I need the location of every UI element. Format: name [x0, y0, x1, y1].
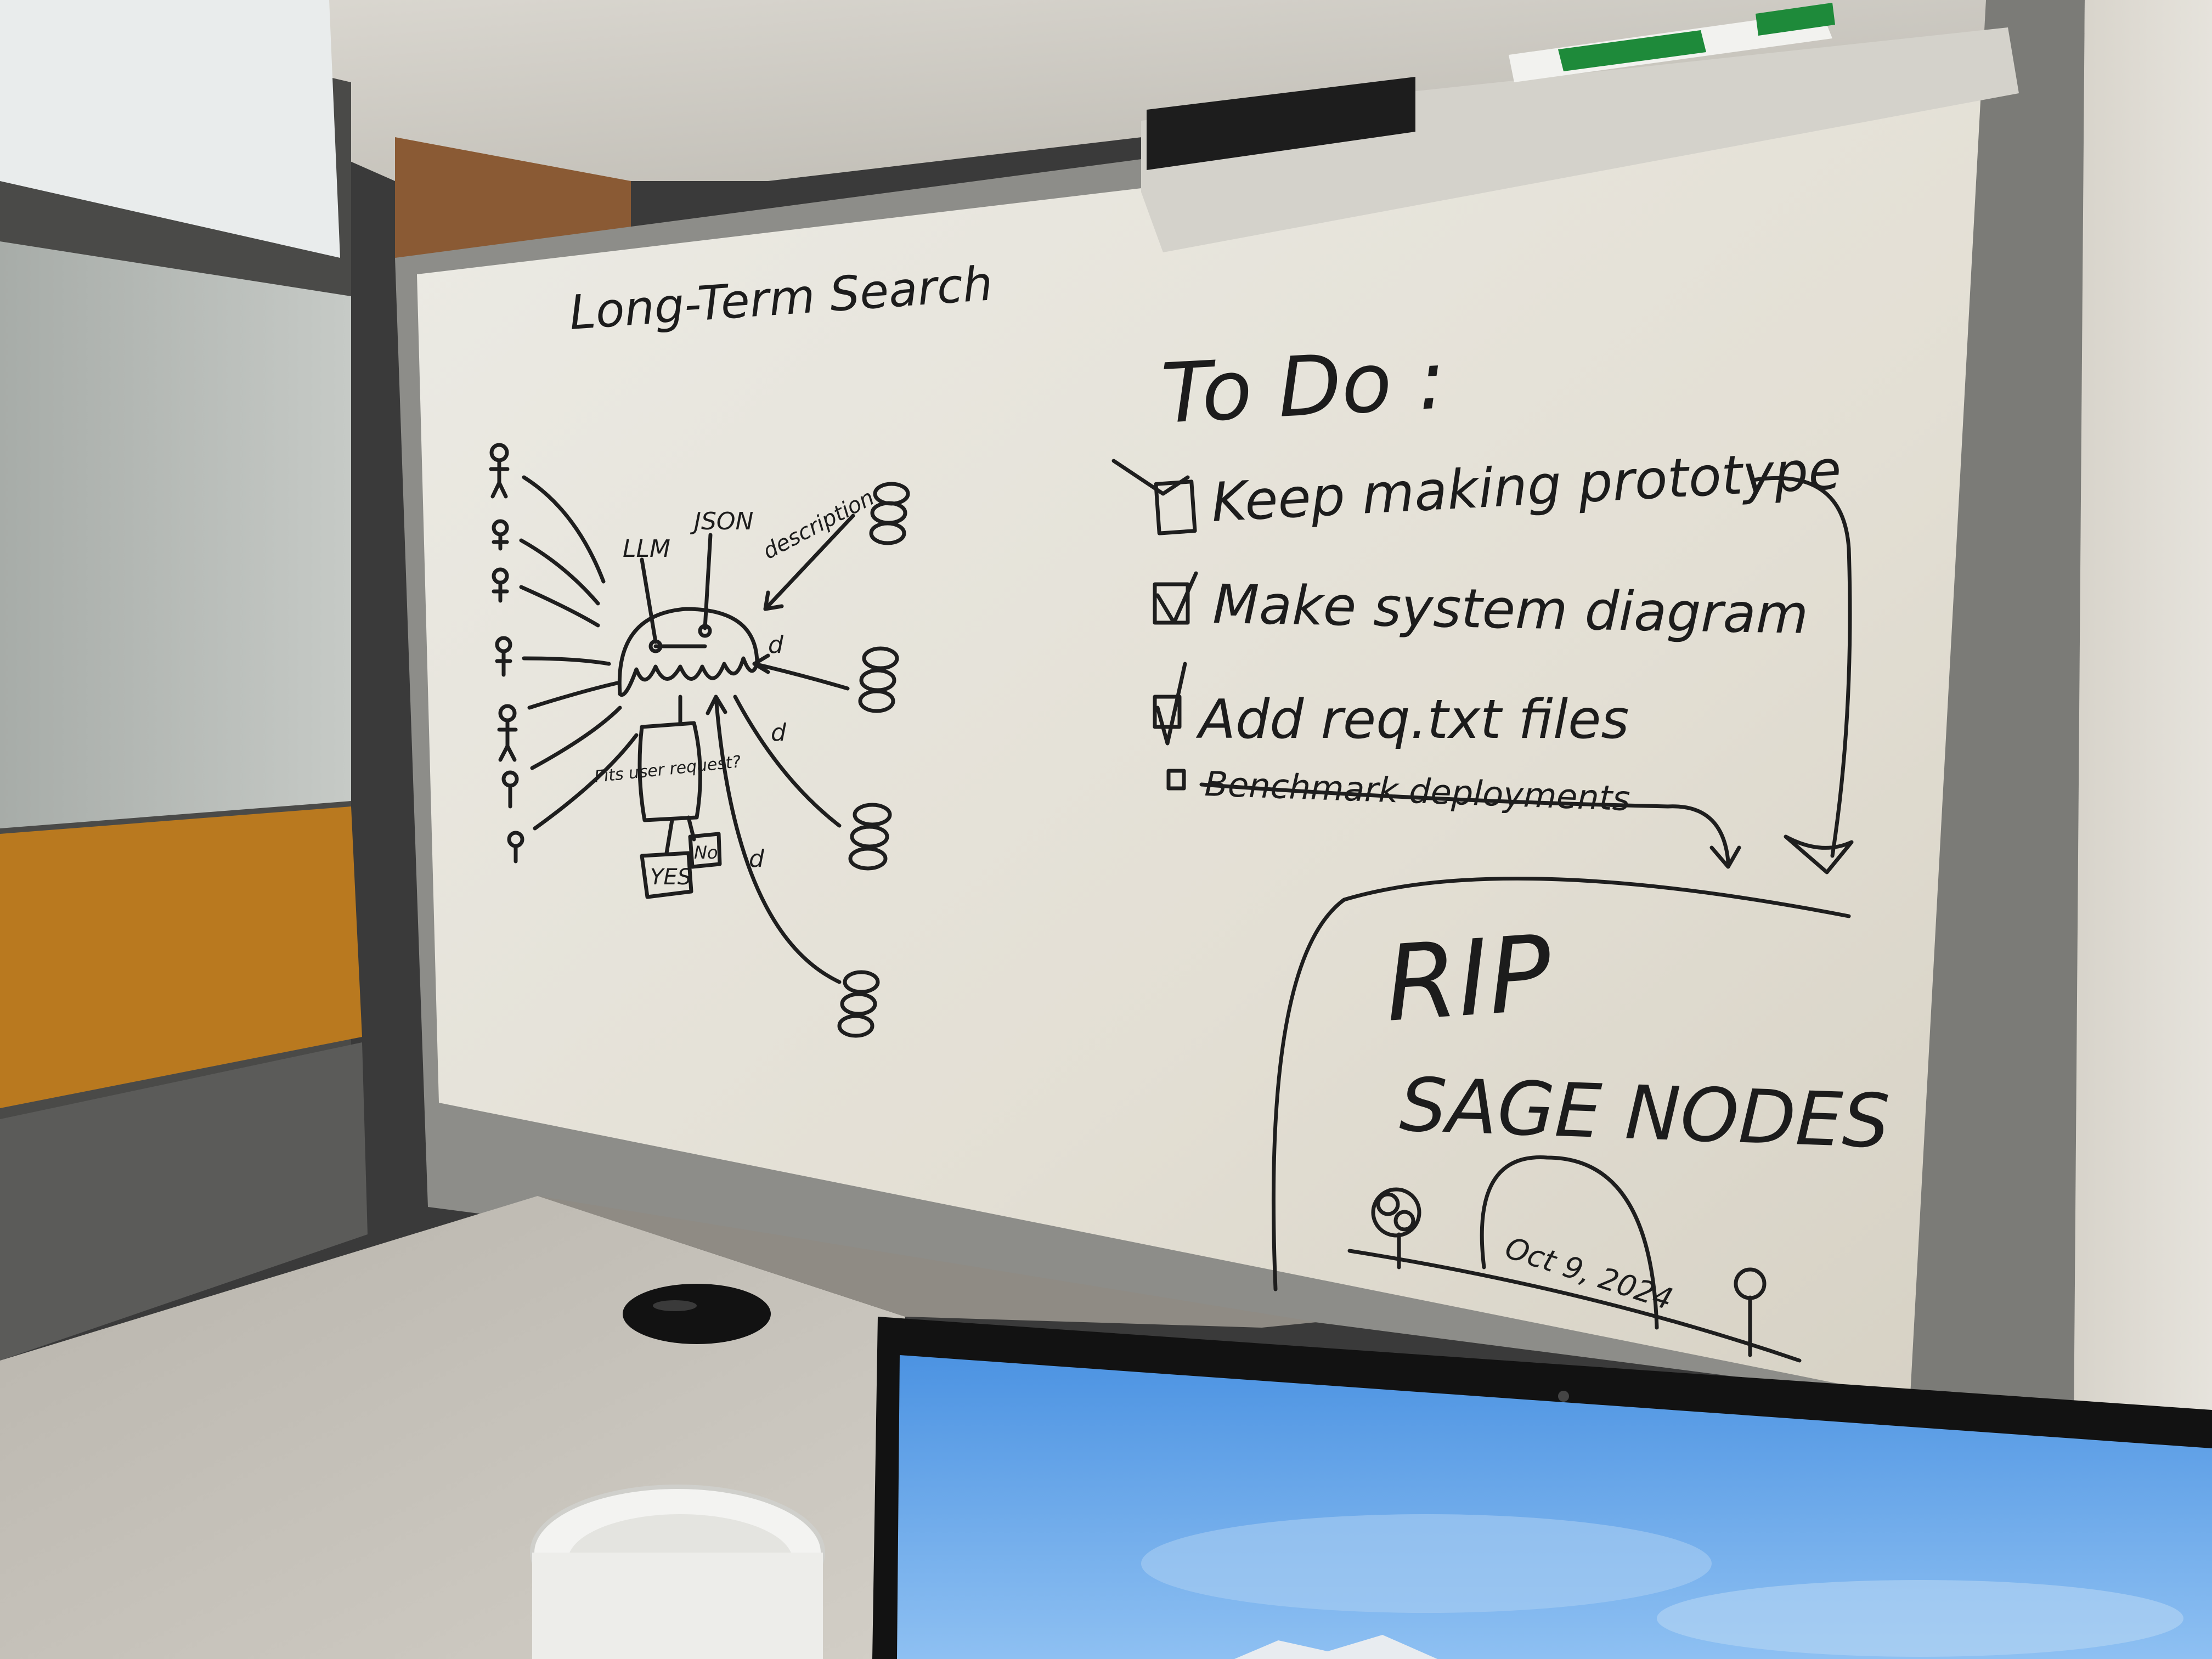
- webcam: [1558, 1391, 1569, 1402]
- desk-grommet-icon: [623, 1284, 771, 1344]
- memorial-title: RIP: [1381, 912, 1556, 1045]
- no-box-label: No: [694, 842, 718, 863]
- mark-d-2: d: [771, 719, 787, 747]
- memorial-subtitle: SAGE NODES: [1398, 1062, 1891, 1165]
- screen-cloud: [1141, 1514, 1712, 1613]
- grommet-highlight: [653, 1300, 697, 1311]
- todo-item-2-label: Make system diagram: [1212, 573, 1809, 646]
- office-whiteboard-photo: Long-Term Search LLM JSON description Fi…: [0, 0, 2212, 1659]
- todo-item-3-label: Add req.txt files: [1195, 689, 1629, 751]
- mark-d-1: d: [768, 631, 784, 659]
- todo-item-2: Make system diagram: [1153, 571, 1809, 646]
- right-wall: [2074, 0, 2212, 1454]
- json-label: JSON: [690, 507, 753, 535]
- coffee-cup-lid-icon: [530, 1485, 825, 1659]
- screen-cloud-2: [1657, 1580, 2183, 1657]
- frosted-glass-panel: [0, 241, 351, 828]
- todo-heading: To Do :: [1159, 332, 1448, 442]
- llm-label: LLM: [623, 535, 670, 563]
- mark-d-3: d: [749, 845, 765, 873]
- yes-box-label: YES: [650, 865, 691, 890]
